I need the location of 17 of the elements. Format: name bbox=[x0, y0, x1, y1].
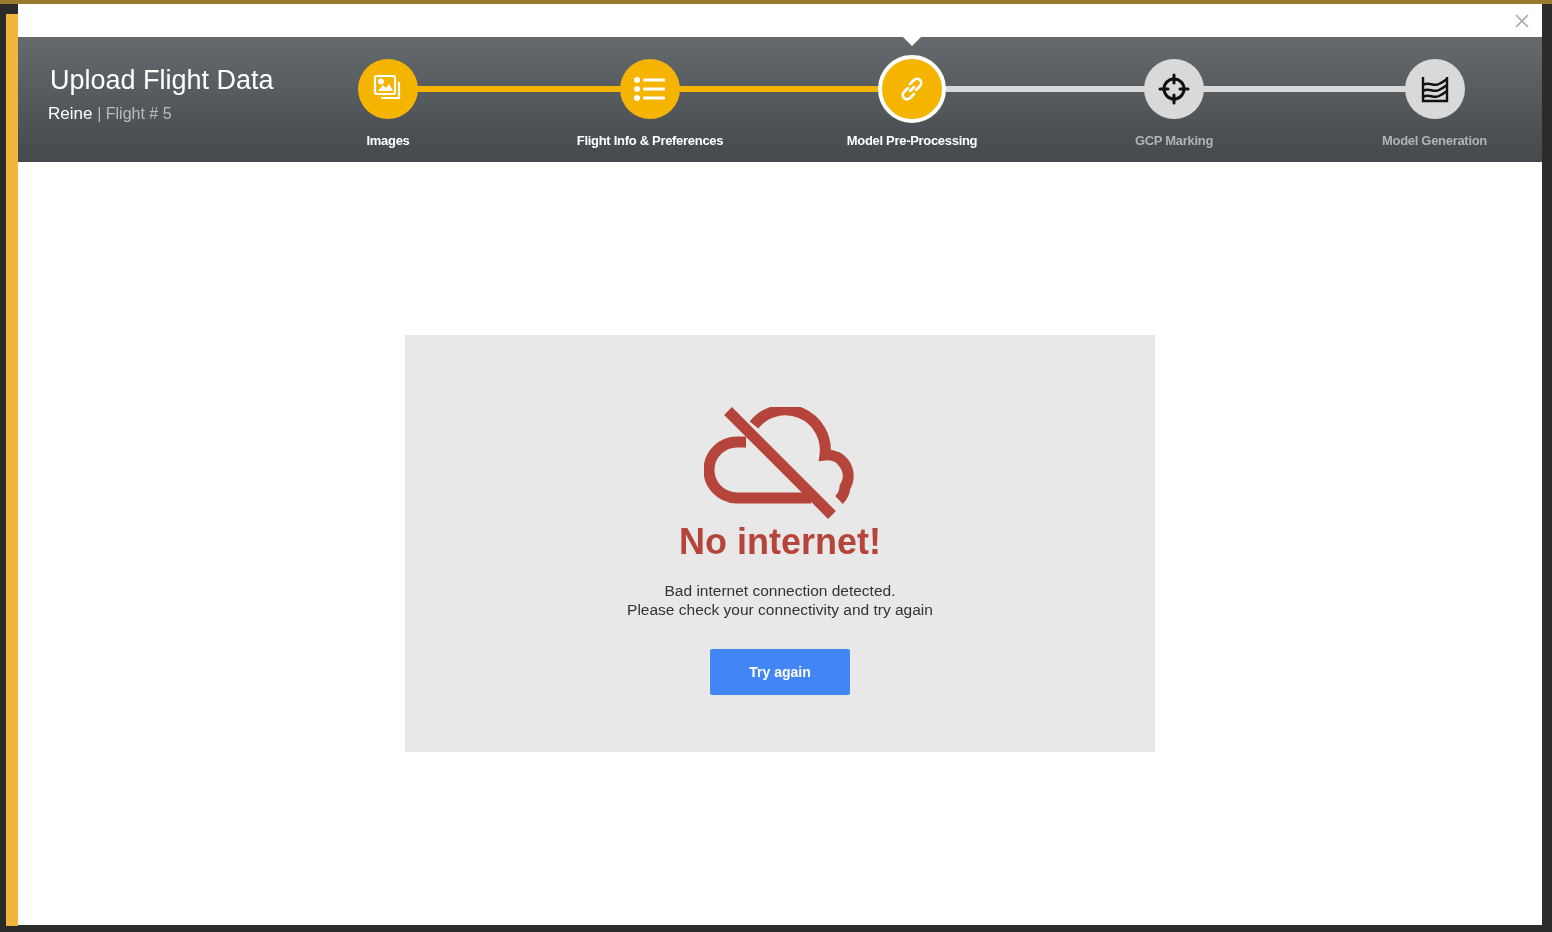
step-label: Images bbox=[366, 133, 410, 148]
error-title: No internet! bbox=[679, 521, 881, 563]
flight-number: | Flight # 5 bbox=[97, 105, 172, 122]
step-label: Flight Info & Preferences bbox=[576, 133, 724, 148]
error-message: Please check your connectivity and try again bbox=[627, 600, 933, 619]
project-name: Reine bbox=[48, 104, 93, 123]
crosshair-icon bbox=[1158, 73, 1190, 105]
dialog-title: Upload Flight Data bbox=[49, 64, 275, 97]
try-again-button[interactable]: Try again bbox=[710, 649, 850, 695]
step-label: Model Generation bbox=[1382, 133, 1487, 148]
layers-chart-icon bbox=[1420, 75, 1449, 103]
step-label: GCP Marking bbox=[1134, 133, 1214, 148]
no-cloud-icon bbox=[704, 407, 856, 519]
step-label: Model Pre-Processing bbox=[846, 133, 978, 148]
list-icon bbox=[634, 76, 666, 102]
step-circle[interactable] bbox=[358, 59, 418, 119]
error-message: Bad internet connection detected. bbox=[663, 581, 897, 600]
